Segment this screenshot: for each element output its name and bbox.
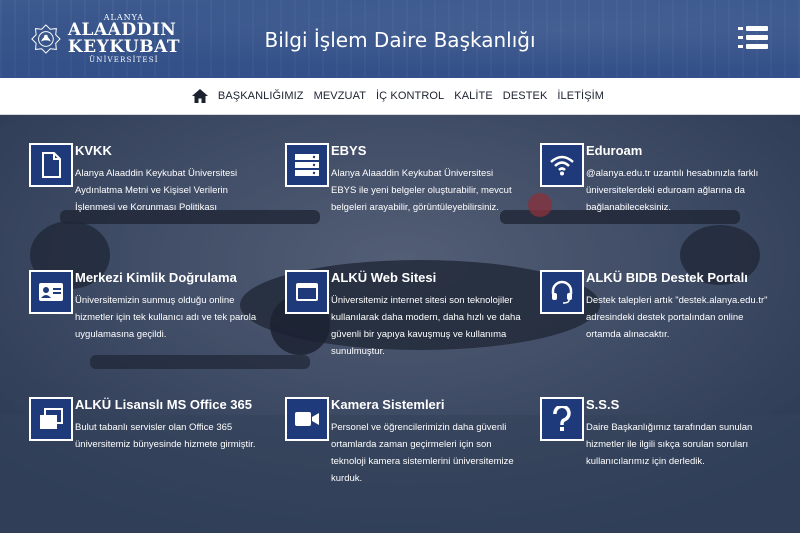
card-description: @alanya.edu.tr uzantılı hesabınızla fark…: [586, 168, 759, 213]
card-title[interactable]: ALKÜ Web Sitesi: [331, 270, 436, 285]
question-icon[interactable]: [540, 397, 584, 441]
page-title: Bilgi İşlem Daire Başkanlığı: [264, 28, 536, 52]
video-camera-icon[interactable]: [285, 397, 329, 441]
card-title[interactable]: ALKÜ BIDB Destek Portalı: [586, 270, 748, 285]
id-card-icon[interactable]: [29, 270, 73, 314]
card-title[interactable]: Eduroam: [586, 143, 642, 158]
browser-icon[interactable]: [285, 270, 329, 314]
card-description: Personel ve öğrencilerimizin daha güvenl…: [331, 422, 514, 484]
main-nav: BAŞKANLIĞIMIZ MEVZUAT İÇ KONTROL KALİTE …: [0, 78, 800, 115]
card-title[interactable]: S.S.S: [586, 397, 619, 412]
card-description: Üniversitemiz internet sitesi son teknol…: [331, 295, 521, 357]
card-description: Bulut tabanlı servisler olan Office 365 …: [75, 422, 256, 450]
nav-mevzuat[interactable]: MEVZUAT: [314, 90, 366, 102]
card-description: Alanya Alaaddin Keykubat Üniversitesi EB…: [331, 168, 512, 213]
nav-destek[interactable]: DESTEK: [503, 90, 548, 102]
card-description: Destek talepleri artık "destek.alanya.ed…: [586, 295, 768, 340]
hamburger-menu-icon[interactable]: [738, 24, 768, 52]
nav-ic-kontrol[interactable]: İÇ KONTROL: [376, 90, 444, 102]
services-section: KVKK Alanya Alaaddin Keykubat Üniversite…: [0, 115, 800, 533]
windows-icon[interactable]: [29, 397, 73, 441]
card-title[interactable]: KVKK: [75, 143, 112, 158]
nav-kalite[interactable]: KALİTE: [454, 90, 493, 102]
card-title[interactable]: EBYS: [331, 143, 366, 158]
card-title[interactable]: Kamera Sistemleri: [331, 397, 444, 412]
logo-line-4: ÜNİVERSİTESİ: [89, 56, 159, 64]
card-title[interactable]: Merkezi Kimlik Doğrulama: [75, 270, 237, 285]
nav-baskanligimiz[interactable]: BAŞKANLIĞIMIZ: [218, 90, 304, 102]
headset-icon[interactable]: [540, 270, 584, 314]
card-description: Daire Başkanlığımız tarafından sunulan h…: [586, 422, 753, 467]
card-description: Üniversitemizin sunmuş olduğu online hiz…: [75, 295, 257, 340]
nav-iletisim[interactable]: İLETİŞİM: [557, 90, 604, 102]
card-title[interactable]: ALKÜ Lisanslı MS Office 365: [75, 397, 252, 412]
site-header: ALANYA ALAADDIN KEYKUBAT ÜNİVERSİTESİ Bi…: [0, 0, 800, 78]
wifi-icon[interactable]: [540, 143, 584, 187]
home-icon[interactable]: [191, 88, 209, 104]
document-icon[interactable]: [29, 143, 73, 187]
card-description: Alanya Alaaddin Keykubat Üniversitesi Ay…: [75, 168, 238, 213]
server-icon[interactable]: [285, 143, 329, 187]
